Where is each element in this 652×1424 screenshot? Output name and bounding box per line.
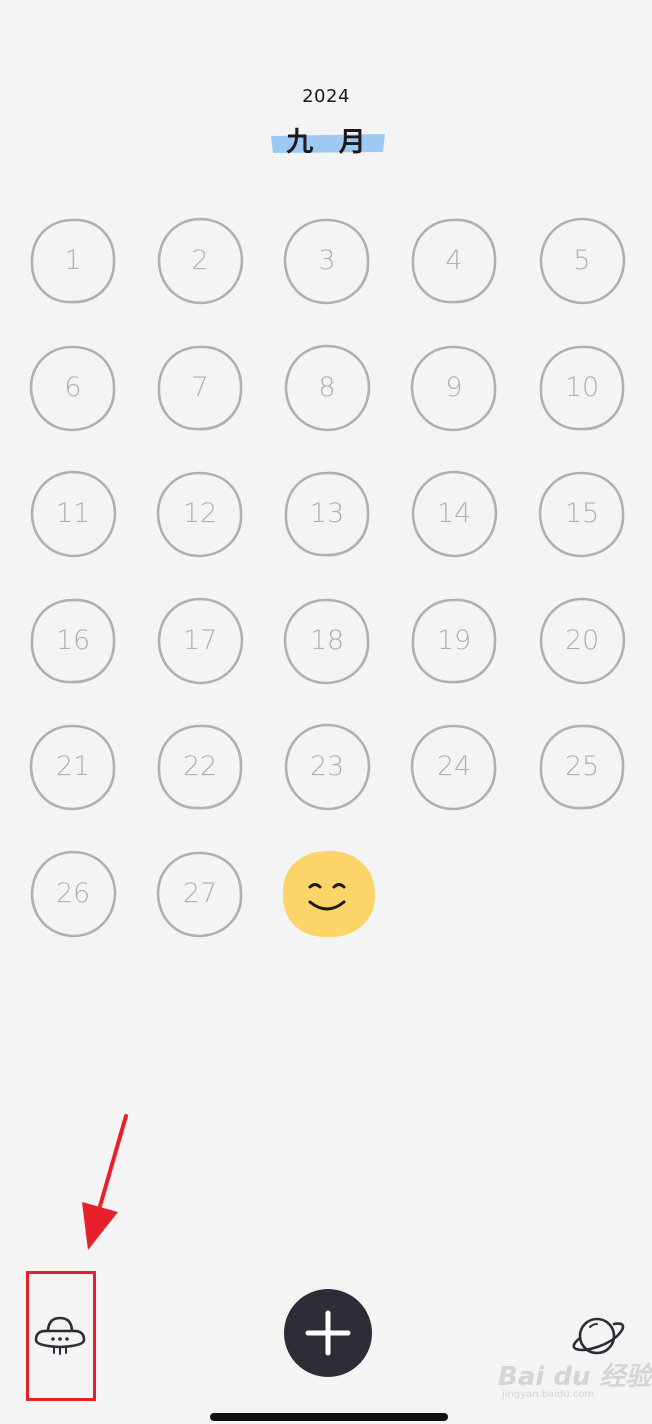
day-cell[interactable]: 2 — [156, 217, 244, 305]
day-number: 22 — [182, 751, 218, 782]
day-cell[interactable]: 11 — [29, 470, 117, 558]
day-number: 10 — [564, 372, 600, 403]
day-cell[interactable]: 23 — [283, 723, 371, 811]
planet-tab-button[interactable] — [568, 1312, 626, 1360]
day-number: 9 — [445, 372, 463, 403]
annotation-arrow — [82, 1114, 128, 1250]
day-cell[interactable]: 3 — [283, 217, 371, 305]
calendar-grid: 1 2 3 4 5 6 7 8 9 10 11 12 13 14 15 16 17 18 19 20 21 22 23 24 2… — [0, 0, 652, 960]
day-number: 24 — [436, 751, 472, 782]
day-cell[interactable]: 10 — [538, 344, 626, 432]
planet-icon — [572, 1317, 625, 1355]
day-number: 3 — [318, 245, 336, 276]
today-mood[interactable] — [280, 848, 378, 940]
day-number: 17 — [182, 625, 218, 656]
day-cell[interactable]: 7 — [156, 344, 244, 432]
day-number: 15 — [564, 498, 600, 529]
day-number: 5 — [573, 245, 591, 276]
day-cell[interactable]: 9 — [410, 344, 498, 432]
day-number: 19 — [436, 625, 472, 656]
calendar-screen: 2024 九 月 1 2 3 4 5 6 7 8 9 10 11 12 13 14 15 16 17 18 19 20… — [0, 0, 652, 1424]
day-number: 27 — [182, 878, 218, 909]
day-number: 12 — [182, 498, 218, 529]
day-number: 18 — [309, 625, 345, 656]
day-cell[interactable]: 5 — [538, 217, 626, 305]
day-number: 25 — [564, 751, 600, 782]
watermark-main: Bai du 经验 — [498, 1362, 652, 1392]
add-entry-button[interactable] — [284, 1289, 372, 1377]
day-cell[interactable]: 17 — [156, 597, 244, 685]
day-number: 23 — [309, 751, 345, 782]
day-number: 4 — [445, 245, 463, 276]
watermark: Bai du 经验 jingyan.baidu.com — [498, 1356, 652, 1406]
day-number: 8 — [318, 372, 336, 403]
day-cell[interactable]: 18 — [283, 597, 371, 685]
smiling-face-icon — [282, 850, 376, 938]
watermark-url: jingyan.baidu.com — [502, 1389, 595, 1400]
day-number: 20 — [564, 625, 600, 656]
day-number: 26 — [55, 878, 91, 909]
day-number: 21 — [55, 751, 91, 782]
ufo-tab-button[interactable] — [30, 1310, 90, 1360]
day-number: 11 — [55, 498, 91, 529]
day-cell[interactable]: 14 — [410, 470, 498, 558]
ufo-icon — [34, 1316, 86, 1355]
day-cell[interactable]: 4 — [410, 217, 498, 305]
day-cell[interactable]: 13 — [283, 470, 371, 558]
day-cell[interactable]: 20 — [538, 597, 626, 685]
day-cell[interactable]: 8 — [283, 344, 371, 432]
plus-icon — [305, 1310, 351, 1356]
day-cell[interactable]: 12 — [156, 470, 244, 558]
day-number: 1 — [64, 245, 82, 276]
day-cell[interactable]: 25 — [538, 723, 626, 811]
day-cell[interactable]: 22 — [156, 723, 244, 811]
day-cell[interactable]: 24 — [410, 723, 498, 811]
day-cell[interactable]: 16 — [29, 597, 117, 685]
day-number: 14 — [436, 498, 472, 529]
day-number: 16 — [55, 625, 91, 656]
day-number: 6 — [64, 372, 82, 403]
day-cell[interactable]: 21 — [29, 723, 117, 811]
home-indicator[interactable] — [210, 1413, 448, 1421]
day-cell[interactable]: 26 — [29, 850, 117, 938]
day-number: 2 — [191, 245, 209, 276]
day-cell[interactable]: 15 — [538, 470, 626, 558]
day-cell[interactable]: 6 — [29, 344, 117, 432]
day-cell[interactable]: 1 — [29, 217, 117, 305]
day-number: 13 — [309, 498, 345, 529]
day-cell[interactable]: 27 — [156, 850, 244, 938]
day-number: 7 — [191, 372, 209, 403]
day-cell[interactable]: 19 — [410, 597, 498, 685]
